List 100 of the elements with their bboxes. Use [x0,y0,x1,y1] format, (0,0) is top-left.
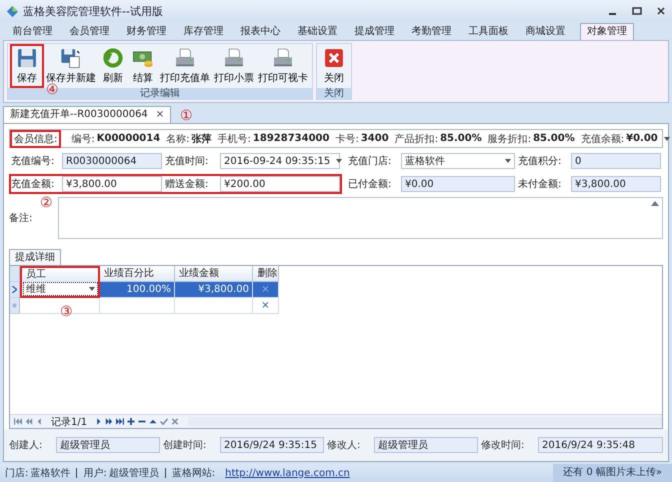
ribbon-button[interactable]: 打印充值单 [158,44,212,88]
field-label: 充值积分: [518,154,562,168]
field-label: 充值金额: [11,178,56,191]
remarks-field[interactable] [58,197,663,239]
next-record-icon[interactable] [94,418,102,425]
annotation-number: ④ [46,83,59,97]
info-value: 85.00% [533,133,575,144]
up-icon[interactable] [149,418,158,425]
field-label: 已付金额: [348,178,392,191]
floppy-document-icon [60,47,82,69]
input-field[interactable]: 2016/9/24 9:35:48 [538,437,663,453]
ribbon-button[interactable]: 刷新 [98,44,128,88]
record-counter: 记录1/1 [51,416,88,428]
menu-tab[interactable]: 报表中心 [232,24,289,40]
info-label: 卡号: [335,132,359,146]
menu-tab[interactable]: 商城设置 [517,24,574,40]
column-header[interactable]: 员工 [20,266,100,282]
grid-row[interactable]: 维维 100.00% ¥3,800.00 × [10,282,662,298]
check-icon[interactable] [160,418,168,425]
last-record-icon[interactable] [116,418,124,425]
annotation-number: ③ [60,305,73,319]
previous-record-icon[interactable] [36,418,44,425]
close-icon[interactable] [656,6,666,16]
field-label: 充值编号: [11,154,56,168]
refresh-icon [102,47,124,69]
input-field[interactable]: 蓝格软件 [401,153,515,169]
status-label: 用户: [83,466,107,480]
close-icon [323,47,345,69]
info-value: K00000014 [96,133,160,144]
input-field[interactable]: 超级管理员 [374,437,478,453]
delete-button[interactable]: × [253,298,279,314]
horizontal-scrollbar[interactable] [188,417,662,426]
ribbon-button[interactable]: 打印小票 [212,44,256,88]
status-value: 超级管理员 [108,466,159,480]
menu-tab[interactable]: 财务管理 [118,24,175,40]
field-label: 创建时间: [163,438,208,452]
input-field[interactable]: 超级管理员 [56,437,160,453]
column-header[interactable]: 业绩金额 [175,266,253,282]
website-link[interactable]: http://www.lange.com.cn [225,468,350,478]
info-label: 产品折扣: [394,132,438,146]
input-field[interactable]: ¥3,800.00 [571,176,661,192]
column-header[interactable]: 删除 [253,266,279,282]
field-label: 修改时间: [481,438,526,452]
ribbon-button[interactable]: 关闭 [319,44,349,88]
input-field[interactable]: ¥3,800.00 [62,176,162,192]
caret-icon[interactable] [336,159,342,163]
info-value: 张萍 [192,132,212,146]
input-field[interactable]: 2016-09-24 09:35:15 [220,153,340,169]
input-field[interactable]: 2016/9/24 9:35:15 [220,437,324,453]
upload-status[interactable]: 还有 0 幅图片未上传» [553,464,672,482]
menu-tab[interactable]: 考勤管理 [403,24,460,40]
field-label: 充值时间: [165,154,210,168]
field-label: 赠送金额: [165,178,210,191]
info-label: 服务折扣: [488,132,532,146]
scroll-up-icon[interactable] [651,201,659,206]
ribbon-button[interactable]: 结算 [128,44,158,88]
field-label: 未付金额: [518,178,562,191]
member-info-label: 会员信息: [10,130,62,148]
detail-tab[interactable]: 提成详细 [9,249,61,265]
first-record-icon[interactable] [14,418,22,425]
menu-tab[interactable]: 库存管理 [175,24,232,40]
info-label: 充值余额: [580,132,624,146]
input-field[interactable]: 0 [571,153,661,169]
info-value: 3400 [360,133,389,144]
printer-icon [272,47,294,69]
caret-icon[interactable] [505,159,511,163]
ribbon-button[interactable]: 打印可视卡 [256,44,310,88]
menu-tab[interactable]: 前台管理 [4,24,61,40]
add-icon[interactable] [127,418,136,425]
row-pointer-icon [12,286,17,293]
remove-icon[interactable] [138,418,146,425]
maximize-icon[interactable] [632,6,642,16]
status-value: 蓝格软件 [30,466,70,480]
info-label: 编号: [71,132,95,146]
menu-tab[interactable]: 提成管理 [346,24,403,40]
menu-tab[interactable]: 会员管理 [61,24,118,40]
caret-icon[interactable] [89,287,95,291]
column-header[interactable]: 业绩百分比 [100,266,175,282]
next-page-icon[interactable] [105,418,114,425]
menu-tab[interactable]: 对象管理 [580,23,634,40]
info-label: 手机号: [218,132,251,146]
input-field[interactable]: ¥200.00 [220,176,340,192]
employee-dropdown[interactable]: 维维 [23,282,98,296]
menu-tab[interactable]: 工具面板 [460,24,517,40]
document-tab[interactable]: 新建充值开单--R0030000064 × [3,106,172,123]
table-cell: ¥3,800.00 [175,282,253,298]
previous-page-icon[interactable] [25,418,33,425]
field-label: 修改人: [327,439,362,452]
input-field[interactable]: R0030000064 [62,153,162,169]
caret-icon[interactable] [664,136,670,140]
remarks-label: 备注: [9,212,32,225]
menu-tab[interactable]: 基础设置 [289,24,346,40]
input-field[interactable]: ¥0.00 [401,176,515,192]
window-title: 蓝格美容院管理软件--试用版 [23,4,163,18]
grid-corner [10,266,20,282]
printer-icon [223,47,245,69]
cancel-icon[interactable] [171,418,180,425]
printer-icon [174,47,196,69]
info-value: 85.00% [440,133,482,144]
annotation-number: ② [40,196,53,210]
